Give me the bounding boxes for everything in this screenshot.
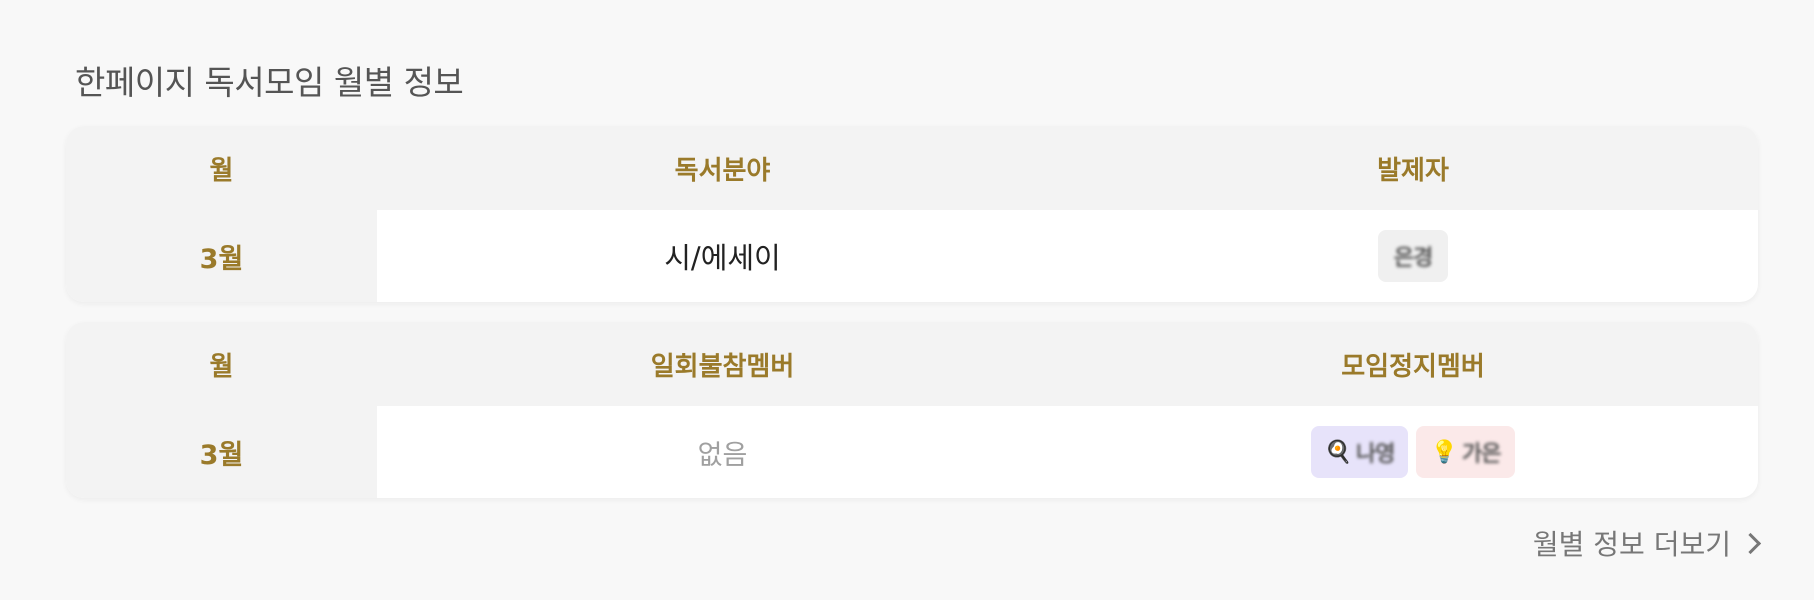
header-month: 월 bbox=[209, 155, 234, 186]
more-link-label: 월별 정보 더보기 bbox=[1532, 528, 1731, 561]
table-header-row: 월 일회불참멤버 모임정지멤버 bbox=[66, 322, 1758, 406]
more-monthly-info-link[interactable]: 월별 정보 더보기 bbox=[1532, 523, 1762, 563]
table-row: 3월 없음 🍳 나영 💡 가은 bbox=[66, 406, 1758, 498]
header-presenter: 발제자 bbox=[1377, 155, 1449, 186]
member-name: 가은 bbox=[1461, 442, 1501, 467]
header-absent-members: 일회불참멤버 bbox=[650, 351, 795, 382]
monthly-genre-table: 월 독서분야 발제자 3월 시/에세이 은경 bbox=[66, 126, 1758, 302]
absent-members-cell: 없음 bbox=[697, 439, 748, 471]
pan-icon: 🍳 bbox=[1324, 439, 1352, 465]
presenter-chip[interactable]: 은경 bbox=[1378, 230, 1448, 282]
member-name: 나영 bbox=[1355, 442, 1395, 467]
header-suspended-members: 모임정지멤버 bbox=[1341, 351, 1485, 382]
table-header-row: 월 독서분야 발제자 bbox=[66, 126, 1758, 210]
month-cell: 3월 bbox=[66, 210, 377, 302]
monthly-members-table: 월 일회불참멤버 모임정지멤버 3월 없음 🍳 나영 💡 가은 bbox=[66, 322, 1758, 498]
monthly-info-section: 한페이지 독서모임 월별 정보 월 독서분야 발제자 3월 시/에세이 은경 월… bbox=[0, 0, 1814, 600]
header-month: 월 bbox=[209, 351, 234, 382]
member-chip[interactable]: 💡 가은 bbox=[1416, 426, 1515, 478]
month-cell: 3월 bbox=[66, 406, 377, 498]
chevron-right-icon bbox=[1739, 532, 1762, 554]
suspended-members-cell: 🍳 나영 💡 가은 bbox=[1068, 406, 1758, 498]
presenter-name: 은경 bbox=[1393, 246, 1433, 271]
header-genre: 독서분야 bbox=[674, 155, 771, 186]
member-chip[interactable]: 🍳 나영 bbox=[1311, 426, 1408, 478]
genre-cell: 시/에세이 bbox=[664, 241, 781, 275]
lightbulb-icon: 💡 bbox=[1430, 439, 1458, 465]
table-row: 3월 시/에세이 은경 bbox=[66, 210, 1758, 302]
presenter-cell: 은경 bbox=[1068, 210, 1758, 302]
page-title: 한페이지 독서모임 월별 정보 bbox=[75, 63, 464, 102]
